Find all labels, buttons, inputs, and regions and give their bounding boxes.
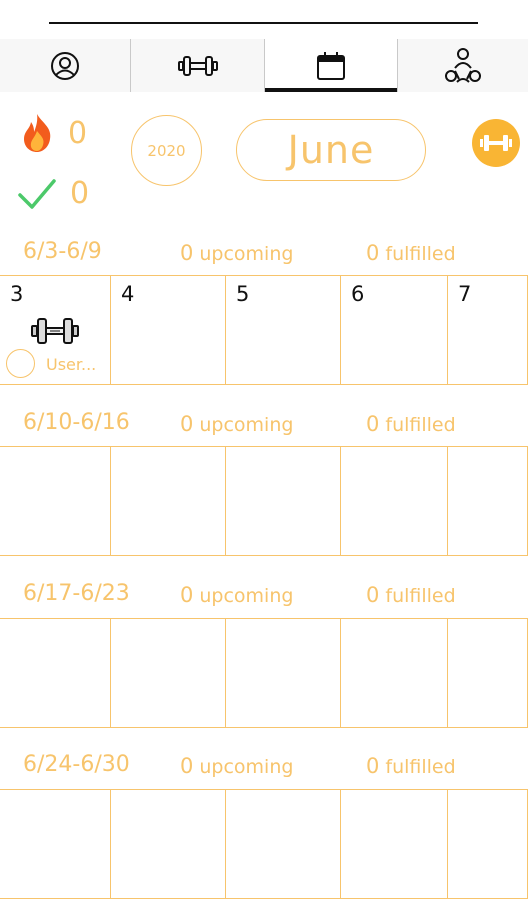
- tab-profile[interactable]: [0, 39, 130, 92]
- add-workout-button[interactable]: [472, 119, 520, 167]
- month-selector[interactable]: June: [236, 119, 426, 181]
- day-cell[interactable]: 6: [341, 276, 448, 384]
- streak-stat: 0: [20, 113, 87, 153]
- day-cell[interactable]: [111, 790, 226, 898]
- day-cell[interactable]: [341, 790, 448, 898]
- day-cell[interactable]: [448, 447, 528, 555]
- upcoming-label: upcoming: [199, 585, 294, 607]
- week-header: 6/10-6/16 0 upcoming 0 fulfilled: [0, 410, 528, 440]
- week-grid: [0, 446, 528, 556]
- week-header: 6/24-6/30 0 upcoming 0 fulfilled: [0, 752, 528, 782]
- day-cell[interactable]: [341, 619, 448, 727]
- fulfilled-count: 0 fulfilled: [366, 583, 456, 607]
- week-grid: [0, 789, 528, 899]
- day-number: 5: [236, 282, 250, 306]
- week-grid: [0, 618, 528, 728]
- day-cell[interactable]: [448, 619, 528, 727]
- week-grid: 3 User... 4 5 6 7: [0, 275, 528, 385]
- fulfilled-number: 0: [366, 754, 380, 778]
- fulfilled-label: fulfilled: [385, 414, 456, 436]
- day-number: 4: [121, 282, 135, 306]
- day-number: 7: [458, 282, 472, 306]
- tab-community[interactable]: [397, 39, 528, 92]
- day-cell[interactable]: [0, 790, 111, 898]
- upcoming-label: upcoming: [199, 756, 294, 778]
- fulfilled-number: 0: [366, 583, 380, 607]
- day-number: 3: [10, 282, 24, 306]
- user-circle-icon: [51, 51, 79, 80]
- tab-calendar[interactable]: [264, 39, 397, 92]
- year-selector[interactable]: 2020: [131, 115, 202, 186]
- day-number: 6: [351, 282, 365, 306]
- day-cell[interactable]: [0, 619, 111, 727]
- upcoming-number: 0: [180, 754, 194, 778]
- fulfilled-label: fulfilled: [385, 585, 456, 607]
- day-cell[interactable]: [448, 790, 528, 898]
- fulfilled-count: 0 fulfilled: [366, 412, 456, 436]
- month-label: June: [287, 128, 375, 172]
- upcoming-count: 0 upcoming: [180, 583, 293, 607]
- upcoming-count: 0 upcoming: [180, 754, 293, 778]
- day-cell[interactable]: [341, 447, 448, 555]
- upcoming-label: upcoming: [199, 414, 294, 436]
- year-label: 2020: [147, 141, 186, 160]
- completed-count: 0: [70, 176, 90, 211]
- fulfilled-number: 0: [366, 241, 380, 265]
- day-cell[interactable]: [111, 619, 226, 727]
- week-range: 6/10-6/16: [23, 410, 130, 435]
- fire-icon: [24, 114, 51, 152]
- day-cell[interactable]: 3 User...: [0, 276, 111, 384]
- week-header: 6/3-6/9 0 upcoming 0 fulfilled: [0, 239, 528, 269]
- dumbbell-icon[interactable]: [30, 316, 80, 346]
- user-name: User...: [46, 355, 97, 374]
- completed-stat: 0: [18, 176, 89, 211]
- upcoming-label: upcoming: [199, 243, 294, 265]
- upcoming-number: 0: [180, 241, 194, 265]
- upcoming-number: 0: [180, 412, 194, 436]
- upcoming-number: 0: [180, 583, 194, 607]
- avatar[interactable]: [6, 349, 35, 378]
- fulfilled-number: 0: [366, 412, 380, 436]
- week-header: 6/17-6/23 0 upcoming 0 fulfilled: [0, 581, 528, 611]
- day-cell[interactable]: 4: [111, 276, 226, 384]
- week-range: 6/3-6/9: [23, 239, 102, 264]
- day-cell[interactable]: [111, 447, 226, 555]
- streak-count: 0: [68, 115, 88, 151]
- people-group-icon: [445, 47, 481, 83]
- day-cell[interactable]: 7: [448, 276, 528, 384]
- tab-bar: [0, 39, 528, 92]
- day-cell[interactable]: [226, 790, 341, 898]
- fulfilled-label: fulfilled: [385, 243, 456, 265]
- upcoming-count: 0 upcoming: [180, 412, 293, 436]
- fulfilled-label: fulfilled: [385, 756, 456, 778]
- status-divider: [49, 22, 478, 24]
- fulfilled-count: 0 fulfilled: [366, 241, 456, 265]
- tab-workouts[interactable]: [130, 39, 264, 92]
- week-range: 6/24-6/30: [23, 752, 130, 777]
- week-range: 6/17-6/23: [23, 581, 130, 606]
- day-cell[interactable]: [226, 447, 341, 555]
- dumbbell-icon: [177, 55, 218, 76]
- day-cell[interactable]: [0, 447, 111, 555]
- day-cell[interactable]: [226, 619, 341, 727]
- dumbbell-icon: [480, 135, 512, 151]
- checkmark-icon: [18, 178, 56, 209]
- calendar-icon: [317, 51, 345, 80]
- fulfilled-count: 0 fulfilled: [366, 754, 456, 778]
- upcoming-count: 0 upcoming: [180, 241, 293, 265]
- day-cell[interactable]: 5: [226, 276, 341, 384]
